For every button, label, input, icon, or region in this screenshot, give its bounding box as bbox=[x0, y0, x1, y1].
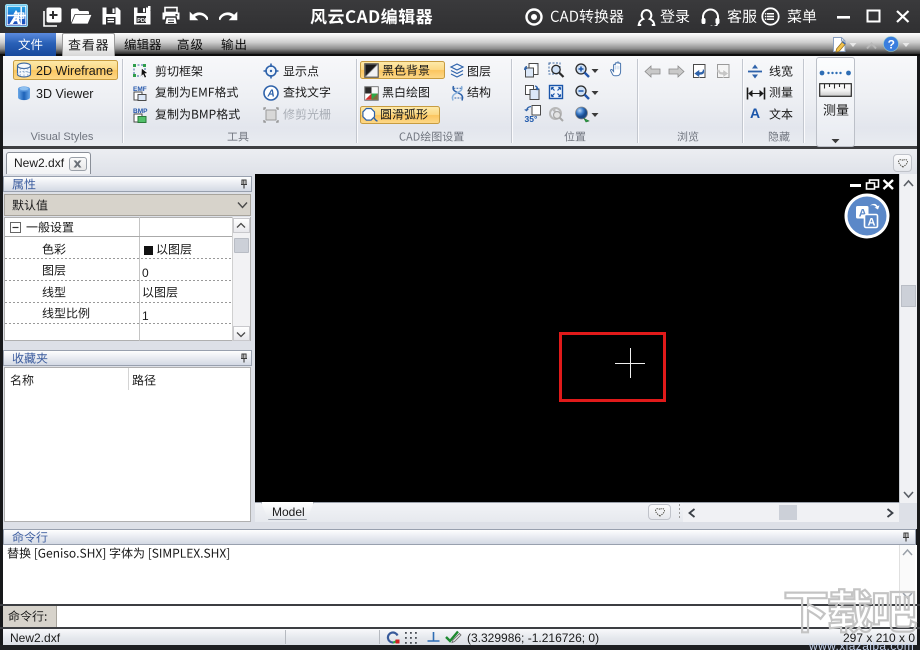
svg-text:?: ? bbox=[888, 37, 895, 51]
svg-text:35°: 35° bbox=[525, 114, 538, 123]
svg-text:A: A bbox=[267, 89, 275, 100]
svg-text:PDF: PDF bbox=[137, 18, 149, 24]
svg-text:A: A bbox=[868, 216, 876, 228]
